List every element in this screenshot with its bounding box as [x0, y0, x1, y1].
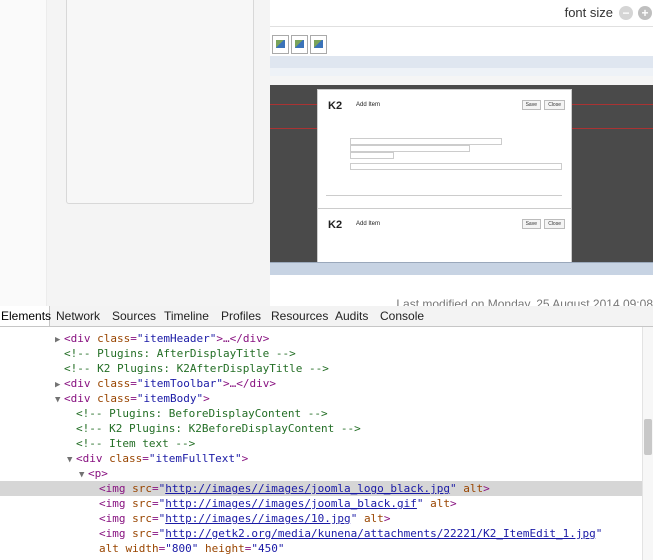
dom-node-img-selected[interactable]: <img src="http://images//images/joomla_l… [0, 481, 643, 496]
page-content: font size − + K2 Add Item Save Close K2 … [0, 0, 653, 306]
increase-font-button[interactable]: + [638, 6, 652, 20]
dom-node-img[interactable]: <img src="http://images//images/joomla_b… [0, 496, 653, 511]
tab-timeline[interactable]: Timeline [164, 306, 209, 326]
modal-title: Add Item [356, 102, 381, 108]
broken-image-icon [310, 35, 327, 54]
scroll-thumb[interactable] [644, 419, 652, 455]
tab-console[interactable]: Console [380, 306, 424, 326]
tags-field [350, 163, 562, 170]
category-select [350, 152, 394, 159]
modal-add-item-duplicate: K2 Add Item Save Close [317, 208, 572, 270]
dom-comment[interactable]: <!-- Item text --> [0, 436, 653, 451]
alias-field [350, 145, 470, 152]
devtools-panel: Elements Network Sources Timeline Profil… [0, 306, 653, 560]
dom-node-item-toolbar[interactable]: ▶ <div class="itemToolbar">…</div> [0, 376, 653, 391]
dom-comment[interactable]: <!-- Plugins: AfterDisplayTitle --> [0, 346, 653, 361]
image-link[interactable]: http://getk2.org/media/kunena/attachment… [165, 527, 595, 540]
dom-node-item-body[interactable]: ▼ <div class="itemBody"> [0, 391, 653, 406]
font-size-controls: font size − + [270, 0, 653, 27]
modal-save-button: Save [521, 100, 541, 110]
devtools-tabbar: Elements Network Sources Timeline Profil… [0, 306, 653, 327]
sidebar-panel [66, 0, 254, 204]
dom-node-img-attrs[interactable]: alt width="800" height="450" [0, 541, 653, 556]
k2-logo: K2 [328, 100, 343, 112]
dom-comment[interactable]: <!-- K2 Plugins: K2AfterDisplayTitle --> [0, 361, 653, 376]
devtools-scrollbar[interactable] [642, 327, 653, 560]
dom-comment[interactable]: <!-- Plugins: BeforeDisplayContent --> [0, 406, 653, 421]
left-margin [0, 0, 47, 306]
windows-taskbar [270, 262, 653, 275]
broken-image-icon [291, 35, 308, 54]
image-link[interactable]: http://images//images/10.jpg [165, 512, 350, 525]
tab-elements[interactable]: Elements [0, 306, 51, 326]
tab-sources[interactable]: Sources [112, 306, 156, 326]
k2-logo: K2 [328, 219, 343, 231]
tab-profiles[interactable]: Profiles [221, 306, 261, 326]
tab-network[interactable]: Network [56, 306, 100, 326]
dom-comment[interactable]: <!-- K2 Plugins: K2BeforeDisplayContent … [0, 421, 653, 436]
dom-node-item-header[interactable]: ▶ <div class="itemHeader">…</div> [0, 331, 653, 346]
modal-save-button: Save [521, 219, 541, 229]
browser-tabs [270, 56, 653, 68]
dom-node-img[interactable]: <img src="http://images//images/10.jpg" … [0, 511, 653, 526]
dom-tree: ▶ <div class="itemHeader">…</div> <!-- Pl… [0, 327, 653, 560]
article: font size − + K2 Add Item Save Close K2 … [270, 0, 653, 306]
tab-resources[interactable]: Resources [271, 306, 328, 326]
dom-node-img[interactable]: <img src="http://getk2.org/media/kunena/… [0, 526, 653, 541]
image-link[interactable]: http://images//images/joomla_black.gif [165, 497, 417, 510]
modal-title: Add Item [356, 221, 381, 227]
dom-node-paragraph[interactable]: ▼ <p> [0, 466, 653, 481]
embedded-screenshot: K2 Add Item Save Close K2 Add Item Save … [270, 56, 653, 275]
tab-divider [326, 195, 562, 196]
broken-image-icon [272, 35, 289, 54]
font-size-label: font size [564, 5, 613, 20]
tab-audits[interactable]: Audits [335, 306, 368, 326]
dom-node-item-full-text[interactable]: ▼ <div class="itemFullText"> [0, 451, 653, 466]
modal-close-button: Close [544, 219, 565, 229]
modal-close-button: Close [544, 100, 565, 110]
decrease-font-button[interactable]: − [619, 6, 633, 20]
title-field [350, 138, 502, 145]
image-link[interactable]: http://images//images/joomla_logo_black.… [165, 482, 450, 495]
last-modified-text: Last modified on Monday, 25 August 2014 … [396, 297, 653, 306]
